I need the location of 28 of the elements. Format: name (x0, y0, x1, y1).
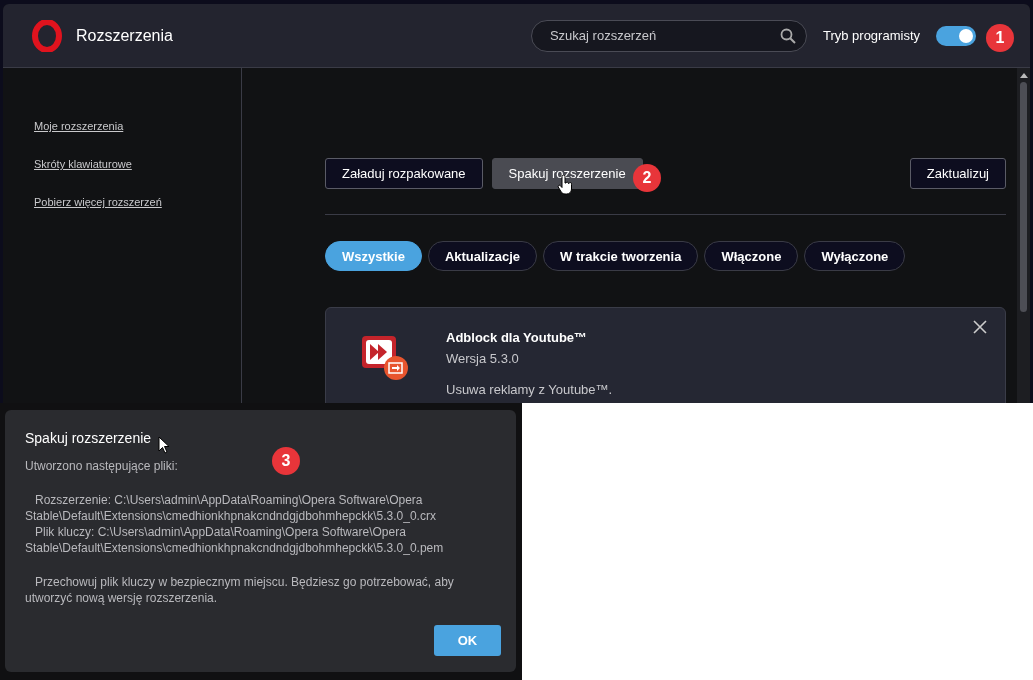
opera-logo (31, 19, 63, 52)
search-field[interactable]: Szukaj rozszerzeń (530, 19, 807, 52)
close-icon[interactable] (973, 320, 987, 334)
extension-version: Wersja 5.3.0 (446, 351, 520, 366)
file-path-text: Plik kluczy: C:\Users\admin\AppData\Roaming\Opera Software\Opera Stable\Default\Extensions\cmedhionkhpnakcndndgjdbohmhepckk\5.3.0_0.pem (25, 524, 445, 556)
search-icon (779, 27, 796, 44)
dialog-title: Spakuj rozszerzenie (25, 430, 152, 446)
page-title: Rozszerzenia (76, 26, 173, 45)
scroll-up-icon[interactable] (1019, 72, 1028, 78)
sidebar-link[interactable]: Pobierz więcej rozszerzeń (34, 196, 241, 208)
sidebar-link[interactable]: Moje rozszerzenia (34, 120, 241, 132)
developer-mode-label: Tryb programisty (822, 28, 920, 43)
dialog-intro: Utworzono następujące pliki: (25, 458, 178, 474)
filter-tab[interactable]: W trakcie tworzenia (543, 241, 699, 271)
dialog-note: Przechowuj plik kluczy w bezpiecznym miejscu. Będziesz go potrzebować, aby utworzyć nową wersję rozszerzenia. (25, 574, 455, 606)
pack-extension-button[interactable]: Spakuj rozszerzenie (491, 158, 643, 189)
file-path-text: Rozszerzenie: C:\Users\admin\AppData\Roaming\Opera Software\Opera Stable\Default\Extensions\cmedhionkhpnakcndndgjdbohmhepckk\5.3.0_0.crx (25, 492, 437, 524)
filter-tab[interactable]: Włączone (704, 241, 799, 271)
extension-description: Usuwa reklamy z Youtube™. (446, 382, 614, 397)
arrow-cursor-icon (158, 436, 170, 454)
update-button[interactable]: Zaktualizuj (909, 158, 1006, 189)
extension-name: Adblock dla Youtube™ (446, 330, 589, 345)
scrollbar[interactable] (1017, 68, 1030, 403)
filter-tab[interactable]: Aktualizacje (427, 241, 538, 271)
load-unpacked-button[interactable]: Załaduj rozpakowane (325, 158, 483, 189)
sidebar-link[interactable]: Skróty klawiaturowe (34, 158, 241, 170)
developer-mode-toggle[interactable] (936, 25, 976, 46)
filter-tab[interactable]: Wyłączone (804, 241, 906, 271)
